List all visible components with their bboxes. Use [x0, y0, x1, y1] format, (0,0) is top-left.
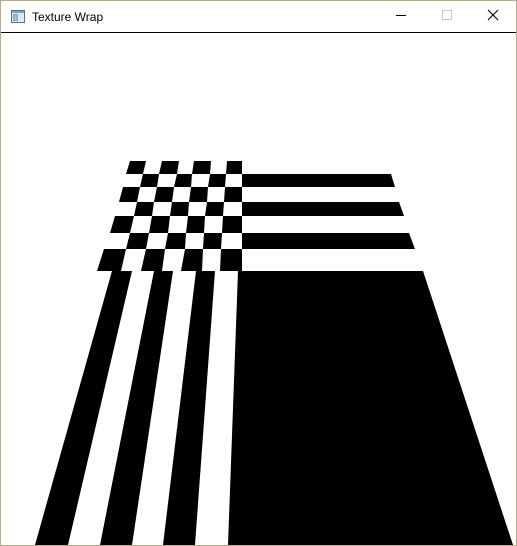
- check-r2-c4: [189, 187, 208, 202]
- check-r0-c4: [192, 161, 211, 174]
- check-r2-c6: [224, 187, 242, 202]
- minimize-button[interactable]: [378, 1, 424, 32]
- render-viewport[interactable]: [1, 33, 516, 545]
- hstripe-2: [242, 202, 404, 216]
- check-r6-c6: [220, 249, 242, 271]
- check-r5-c3: [165, 233, 186, 249]
- clamped-edge-region: [228, 271, 513, 545]
- check-r5-c1: [126, 233, 149, 249]
- check-r0-c6: [226, 161, 242, 174]
- window-title: Texture Wrap: [32, 10, 104, 24]
- hstripe-3: [242, 233, 415, 249]
- check-r6-c2: [141, 249, 165, 271]
- check-r4-c0: [110, 216, 134, 233]
- title-bar[interactable]: Texture Wrap: [1, 1, 516, 33]
- check-r3-c3: [170, 202, 189, 216]
- check-r1-c1: [140, 174, 159, 187]
- close-icon: [487, 8, 499, 26]
- check-r4-c6: [222, 216, 242, 233]
- minimize-icon: [395, 8, 407, 26]
- window-app-icon[interactable]: [11, 10, 25, 23]
- maximize-button[interactable]: [424, 1, 470, 32]
- check-r0-c2: [159, 161, 179, 174]
- stripe-3: [163, 271, 215, 545]
- hstripe-1: [242, 174, 395, 187]
- check-r4-c2: [149, 216, 170, 233]
- check-r1-c5: [208, 174, 226, 187]
- check-r1-c3: [174, 174, 192, 187]
- maximize-icon: [441, 8, 453, 26]
- check-r2-c2: [154, 187, 174, 202]
- check-r3-c5: [205, 202, 224, 216]
- check-r2-c0: [119, 187, 140, 202]
- check-r4-c4: [186, 216, 205, 233]
- check-r3-c1: [134, 202, 154, 216]
- close-button[interactable]: [470, 1, 516, 32]
- app-window: Texture Wrap: [0, 0, 517, 546]
- check-r6-c0: [97, 249, 126, 271]
- texture-wrap-scene: [35, 161, 513, 545]
- check-r0-c0: [126, 161, 146, 174]
- check-r5-c5: [203, 233, 222, 249]
- check-r6-c4: [181, 249, 203, 271]
